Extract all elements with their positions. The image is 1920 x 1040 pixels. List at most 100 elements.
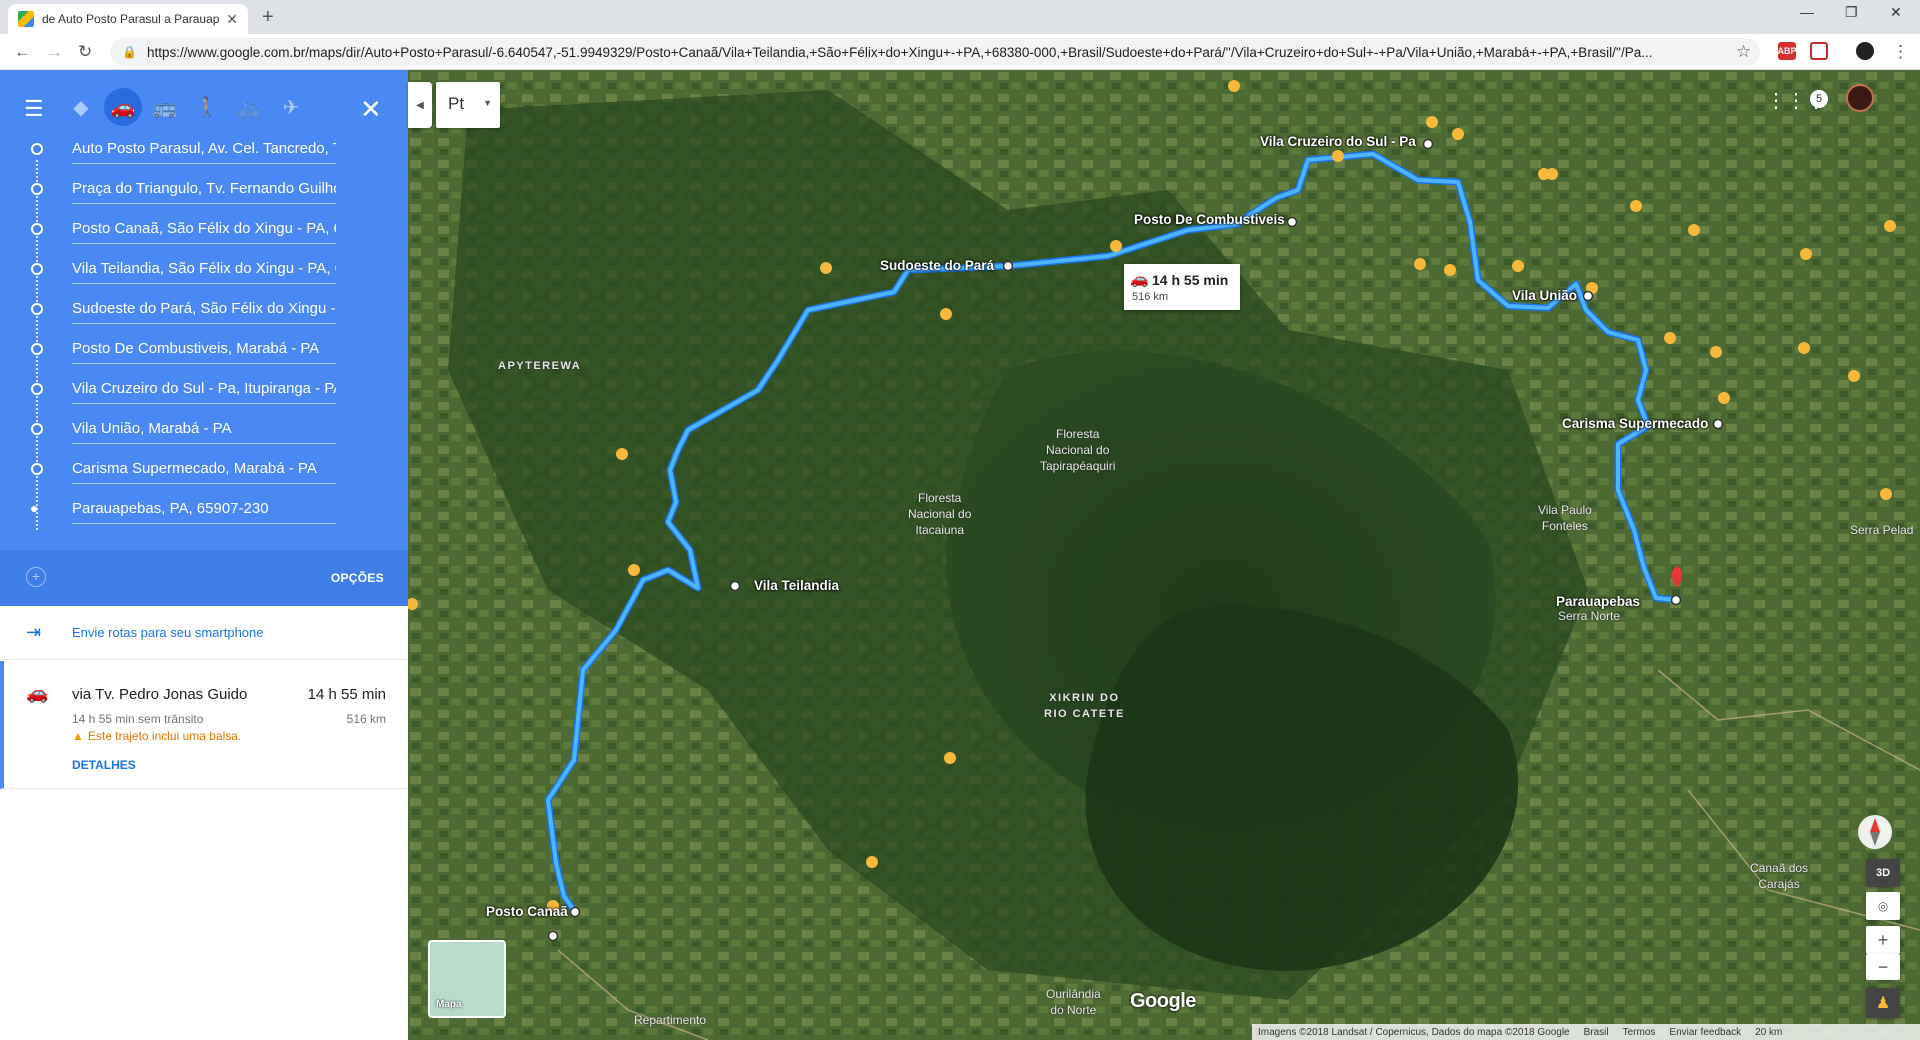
menu-icon[interactable]: ☰ bbox=[24, 96, 44, 122]
tab-title: de Auto Posto Parasul a Parauap bbox=[42, 12, 220, 26]
waypoint-input[interactable]: Sudoeste do Pará, São Félix do Xingu - P bbox=[72, 294, 336, 324]
directions-header: ☰ ◆ 🚗 🚌 🚶 🚲 ✈ ✕ Auto Posto Parasul, Av. … bbox=[0, 70, 408, 552]
profile-avatar[interactable] bbox=[1856, 42, 1874, 60]
map-type-toggle[interactable]: Mapa bbox=[428, 940, 506, 1018]
waypoint-0[interactable]: Auto Posto Parasul, Av. Cel. Tancredo, T bbox=[0, 130, 408, 170]
send-to-phone-icon: ⇥ bbox=[26, 622, 42, 642]
restore-icon[interactable]: ❐ bbox=[1845, 4, 1858, 21]
label-posto-combustiveis[interactable]: Posto De Combustiveis bbox=[1134, 212, 1285, 227]
route-warning: ▲ Este trajeto inclui uma balsa. bbox=[72, 729, 241, 743]
waypoint-input[interactable]: Vila Teilandia, São Félix do Xingu - PA,… bbox=[72, 254, 336, 284]
notifications-badge[interactable]: 5 bbox=[1810, 90, 1828, 108]
my-location-icon[interactable]: ◎ bbox=[1866, 892, 1900, 920]
chrome-menu-icon[interactable]: ⋮ bbox=[1892, 42, 1909, 62]
send-to-phone-link[interactable]: Envie rotas para seu smartphone bbox=[72, 625, 264, 640]
label-parauapebas[interactable]: Parauapebas bbox=[1556, 594, 1640, 609]
car-icon: 🚗 bbox=[26, 683, 49, 703]
waypoint-input[interactable]: Vila União, Marabá - PA bbox=[72, 414, 336, 444]
forward-icon[interactable]: → bbox=[46, 42, 63, 62]
warning-icon: ▲ bbox=[72, 729, 84, 743]
dropdown-arrow-icon: ▼ bbox=[483, 98, 492, 108]
waypoint-dot-icon bbox=[31, 263, 43, 275]
label-sudoeste[interactable]: Sudoeste do Pará bbox=[880, 258, 994, 273]
google-logo: Google bbox=[1130, 990, 1196, 1012]
waypoint-input[interactable]: Praça do Triangulo, Tv. Fernando Guilho bbox=[72, 174, 336, 204]
options-button[interactable]: OPÇÕES bbox=[331, 571, 384, 585]
extension-icon[interactable] bbox=[1810, 42, 1828, 60]
route-duration-box[interactable]: 🚗 14 h 55 min 516 km bbox=[1124, 264, 1240, 310]
feedback-link[interactable]: Enviar feedback bbox=[1669, 1027, 1741, 1038]
account-avatar[interactable] bbox=[1846, 84, 1874, 112]
cycling-mode-icon[interactable]: 🚲 bbox=[230, 88, 268, 126]
waypoint-input[interactable]: Auto Posto Parasul, Av. Cel. Tancredo, T bbox=[72, 134, 336, 164]
waypoint-5[interactable]: Posto De Combustiveis, Marabá - PA bbox=[0, 330, 408, 370]
address-bar[interactable]: 🔒 https://www.google.com.br/maps/dir/Aut… bbox=[110, 38, 1760, 66]
transit-mode-icon[interactable]: 🚌 bbox=[146, 88, 184, 126]
tab-close-icon[interactable]: ✕ bbox=[226, 11, 238, 28]
browser-toolbar: ← → ↻ 🔒 https://www.google.com.br/maps/d… bbox=[0, 34, 1920, 70]
bookmark-star-icon[interactable]: ☆ bbox=[1736, 42, 1751, 62]
send-to-phone-row[interactable]: ⇥ Envie rotas para seu smartphone bbox=[0, 606, 408, 660]
waypoint-4[interactable]: Sudoeste do Pará, São Félix do Xingu - P bbox=[0, 290, 408, 330]
waypoint-input[interactable]: Vila Cruzeiro do Sul - Pa, Itupiranga - … bbox=[72, 374, 336, 404]
waypoint-2[interactable]: Posto Canaã, São Félix do Xingu - PA, 6 bbox=[0, 210, 408, 250]
waypoint-8[interactable]: Carisma Supermecado, Marabá - PA bbox=[0, 450, 408, 490]
waypoint-6[interactable]: Vila Cruzeiro do Sul - Pa, Itupiranga - … bbox=[0, 370, 408, 410]
route-distance: 516 km bbox=[346, 712, 386, 726]
waypoint-7[interactable]: Vila União, Marabá - PA bbox=[0, 410, 408, 450]
zoom-out-button[interactable]: − bbox=[1866, 954, 1900, 980]
lock-icon: 🔒 bbox=[122, 45, 137, 59]
driving-mode-icon[interactable]: 🚗 bbox=[104, 88, 142, 126]
duration-time: 14 h 55 min bbox=[1152, 272, 1229, 288]
area-canaa-carajas: Canaã dos Carajás bbox=[1750, 861, 1809, 891]
language-select[interactable]: Pt ▼ bbox=[436, 82, 500, 128]
waypoint-dot-icon bbox=[31, 423, 43, 435]
best-route-icon[interactable]: ◆ bbox=[62, 88, 100, 126]
travel-modes: ☰ ◆ 🚗 🚌 🚶 🚲 ✈ ✕ bbox=[0, 86, 408, 126]
area-vila-paulo: Vila Paulo Fonteles bbox=[1538, 503, 1592, 533]
label-posto-canaa[interactable]: Posto Canaã bbox=[486, 904, 568, 919]
waypoint-input[interactable]: Posto De Combustiveis, Marabá - PA bbox=[72, 334, 336, 364]
waypoint-input[interactable]: Parauapebas, PA, 65907-230 bbox=[72, 494, 336, 524]
waypoint-dot-icon bbox=[31, 303, 43, 315]
walking-mode-icon[interactable]: 🚶 bbox=[188, 88, 226, 126]
window-close-icon[interactable]: ✕ bbox=[1890, 4, 1902, 21]
route-time: 14 h 55 min bbox=[307, 686, 386, 703]
waypoint-3[interactable]: Vila Teilandia, São Félix do Xingu - PA,… bbox=[0, 250, 408, 290]
terms-link[interactable]: Termos bbox=[1623, 1027, 1656, 1038]
details-button[interactable]: DETALHES bbox=[72, 758, 136, 772]
zoom-in-button[interactable]: + bbox=[1866, 926, 1900, 954]
waypoint-1[interactable]: Praça do Triangulo, Tv. Fernando Guilho bbox=[0, 170, 408, 210]
area-itacaiuna: Floresta Nacional do Itacaiuna bbox=[908, 491, 972, 537]
adblock-icon[interactable]: ABP bbox=[1778, 42, 1797, 60]
browser-tab[interactable]: de Auto Posto Parasul a Parauap ✕ bbox=[8, 4, 248, 34]
route-option[interactable]: 🚗 via Tv. Pedro Jonas Guido 14 h 55 min … bbox=[0, 661, 408, 789]
minimize-icon[interactable]: — bbox=[1800, 4, 1814, 20]
country-link[interactable]: Brasil bbox=[1584, 1027, 1609, 1038]
new-tab-icon[interactable]: + bbox=[262, 6, 274, 29]
waypoint-9[interactable]: ● Parauapebas, PA, 65907-230 bbox=[0, 490, 408, 530]
browser-tabbar: de Auto Posto Parasul a Parauap ✕ + — ❐ … bbox=[0, 0, 1920, 34]
car-icon: 🚗 bbox=[1130, 271, 1149, 288]
label-carisma[interactable]: Carisma Supermecado bbox=[1562, 416, 1708, 431]
map-canvas[interactable]: Posto Canaã Vila Teilandia Sudoeste do P… bbox=[408, 70, 1920, 1040]
label-vila-teilandia[interactable]: Vila Teilandia bbox=[754, 578, 839, 593]
flight-mode-icon[interactable]: ✈ bbox=[272, 88, 310, 126]
3d-button[interactable]: 3D bbox=[1866, 859, 1900, 887]
close-directions-icon[interactable]: ✕ bbox=[360, 94, 382, 125]
waypoint-dot-icon bbox=[31, 343, 43, 355]
reload-icon[interactable]: ↻ bbox=[78, 42, 92, 62]
waypoint-dot-icon bbox=[31, 383, 43, 395]
add-destination-row: + OPÇÕES bbox=[0, 550, 408, 606]
label-vila-cruzeiro[interactable]: Vila Cruzeiro do Sul - Pa bbox=[1260, 134, 1416, 149]
pegman-icon[interactable]: ♟ bbox=[1866, 988, 1900, 1018]
scale-bar[interactable]: 20 km bbox=[1755, 1027, 1782, 1038]
maps-favicon-icon bbox=[18, 11, 34, 27]
label-vila-uniao[interactable]: Vila União bbox=[1512, 288, 1577, 303]
waypoint-input[interactable]: Carisma Supermecado, Marabá - PA bbox=[72, 454, 336, 484]
back-icon[interactable]: ← bbox=[14, 42, 31, 62]
waypoint-input[interactable]: Posto Canaã, São Félix do Xingu - PA, 6 bbox=[72, 214, 336, 244]
add-destination-icon[interactable]: + bbox=[26, 567, 46, 587]
collapse-panel-button[interactable]: ◀ bbox=[408, 82, 432, 128]
area-xikrin: XIKRIN DO RIO CATETE bbox=[1044, 692, 1125, 720]
